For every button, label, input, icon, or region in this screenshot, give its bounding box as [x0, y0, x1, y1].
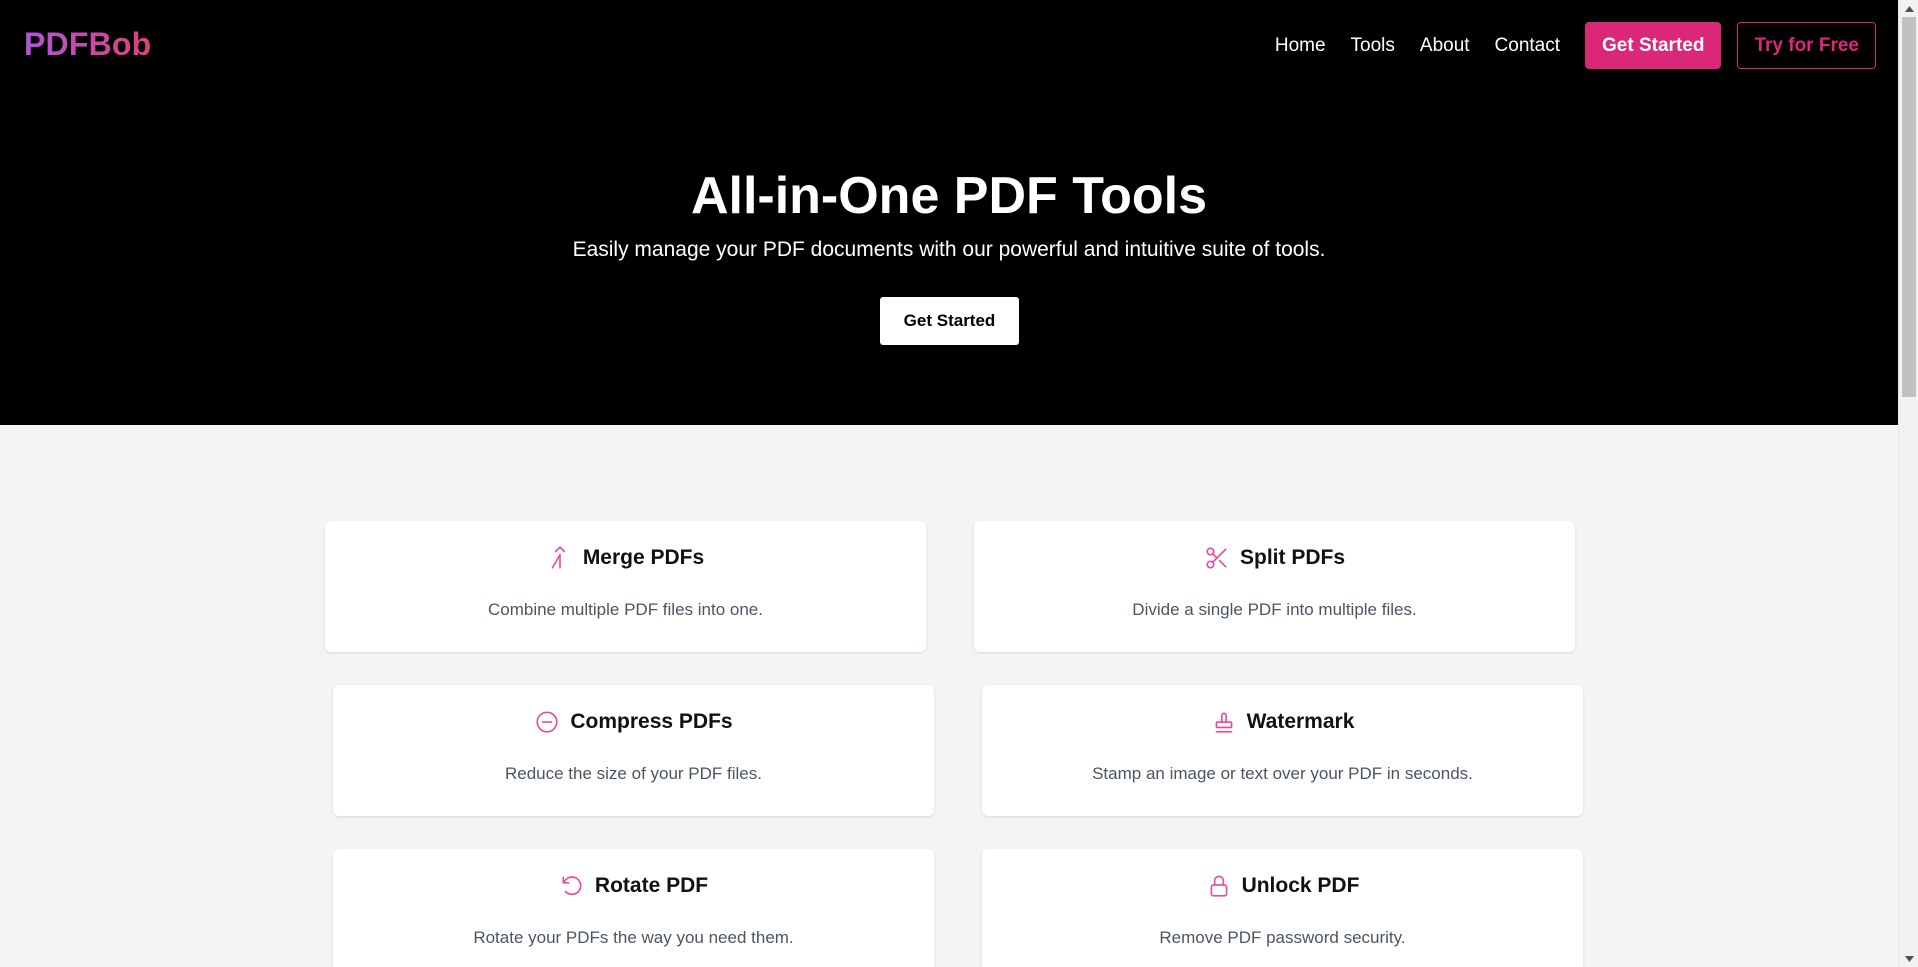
nav-about[interactable]: About: [1420, 23, 1470, 69]
lock-icon: [1206, 873, 1232, 899]
tool-card-merge[interactable]: Merge PDFs Combine multiple PDF files in…: [325, 521, 926, 652]
tool-description: Stamp an image or text over your PDF in …: [1092, 764, 1473, 783]
nav-tools[interactable]: Tools: [1351, 23, 1395, 69]
vertical-scrollbar[interactable]: [1898, 0, 1918, 967]
hero-header: PDFBob Home Tools About Contact Get Star…: [0, 0, 1898, 425]
nav-home[interactable]: Home: [1275, 23, 1326, 69]
get-started-button[interactable]: Get Started: [1585, 22, 1722, 69]
scroll-up-icon[interactable]: [1899, 0, 1918, 17]
tool-description: Rotate your PDFs the way you need them.: [473, 928, 794, 947]
tool-description: Reduce the size of your PDF files.: [504, 764, 762, 783]
tool-card-split[interactable]: Split PDFs Divide a single PDF into mult…: [974, 521, 1575, 652]
hero-subtitle: Easily manage your PDF documents with ou…: [572, 238, 1326, 261]
stamp-icon: [1211, 709, 1237, 735]
tool-title: Split PDFs: [1239, 546, 1345, 569]
tool-title: Merge PDFs: [582, 546, 705, 569]
try-for-free-button[interactable]: Try for Free: [1737, 22, 1876, 69]
tool-card-compress[interactable]: Compress PDFs Reduce the size of your PD…: [333, 685, 934, 816]
page: PDFBob Home Tools About Contact Get Star…: [0, 0, 1898, 967]
scissors-icon: [1204, 545, 1230, 571]
tool-description: Divide a single PDF into multiple files.: [1132, 600, 1417, 619]
tool-card-watermark[interactable]: Watermark Stamp an image or text over yo…: [982, 685, 1583, 816]
viewport: PDFBob Home Tools About Contact Get Star…: [0, 0, 1918, 967]
tool-card-unlock[interactable]: Unlock PDF Remove PDF password security.: [982, 849, 1583, 967]
tool-description: Remove PDF password security.: [1159, 928, 1406, 947]
tool-title: Watermark: [1246, 710, 1355, 733]
rotate-icon: [559, 873, 585, 899]
scroll-down-icon[interactable]: [1899, 950, 1918, 967]
tool-card-rotate[interactable]: Rotate PDF Rotate your PDFs the way you …: [333, 849, 934, 967]
hero-get-started-button[interactable]: Get Started: [880, 297, 1019, 345]
tool-title: Unlock PDF: [1241, 874, 1360, 897]
nav-contact[interactable]: Contact: [1495, 23, 1560, 69]
brand-logo[interactable]: PDFBob: [24, 26, 151, 63]
tool-title: Compress PDFs: [570, 710, 733, 733]
minus-circle-icon: [534, 709, 560, 735]
scrollbar-thumb[interactable]: [1902, 17, 1916, 397]
top-nav: Home Tools About Contact Get Started Try…: [1275, 22, 1876, 69]
merge-icon: [547, 545, 573, 571]
tool-description: Combine multiple PDF files into one.: [488, 600, 763, 619]
tool-title: Rotate PDF: [594, 874, 709, 897]
hero-title: All-in-One PDF Tools: [690, 167, 1208, 225]
